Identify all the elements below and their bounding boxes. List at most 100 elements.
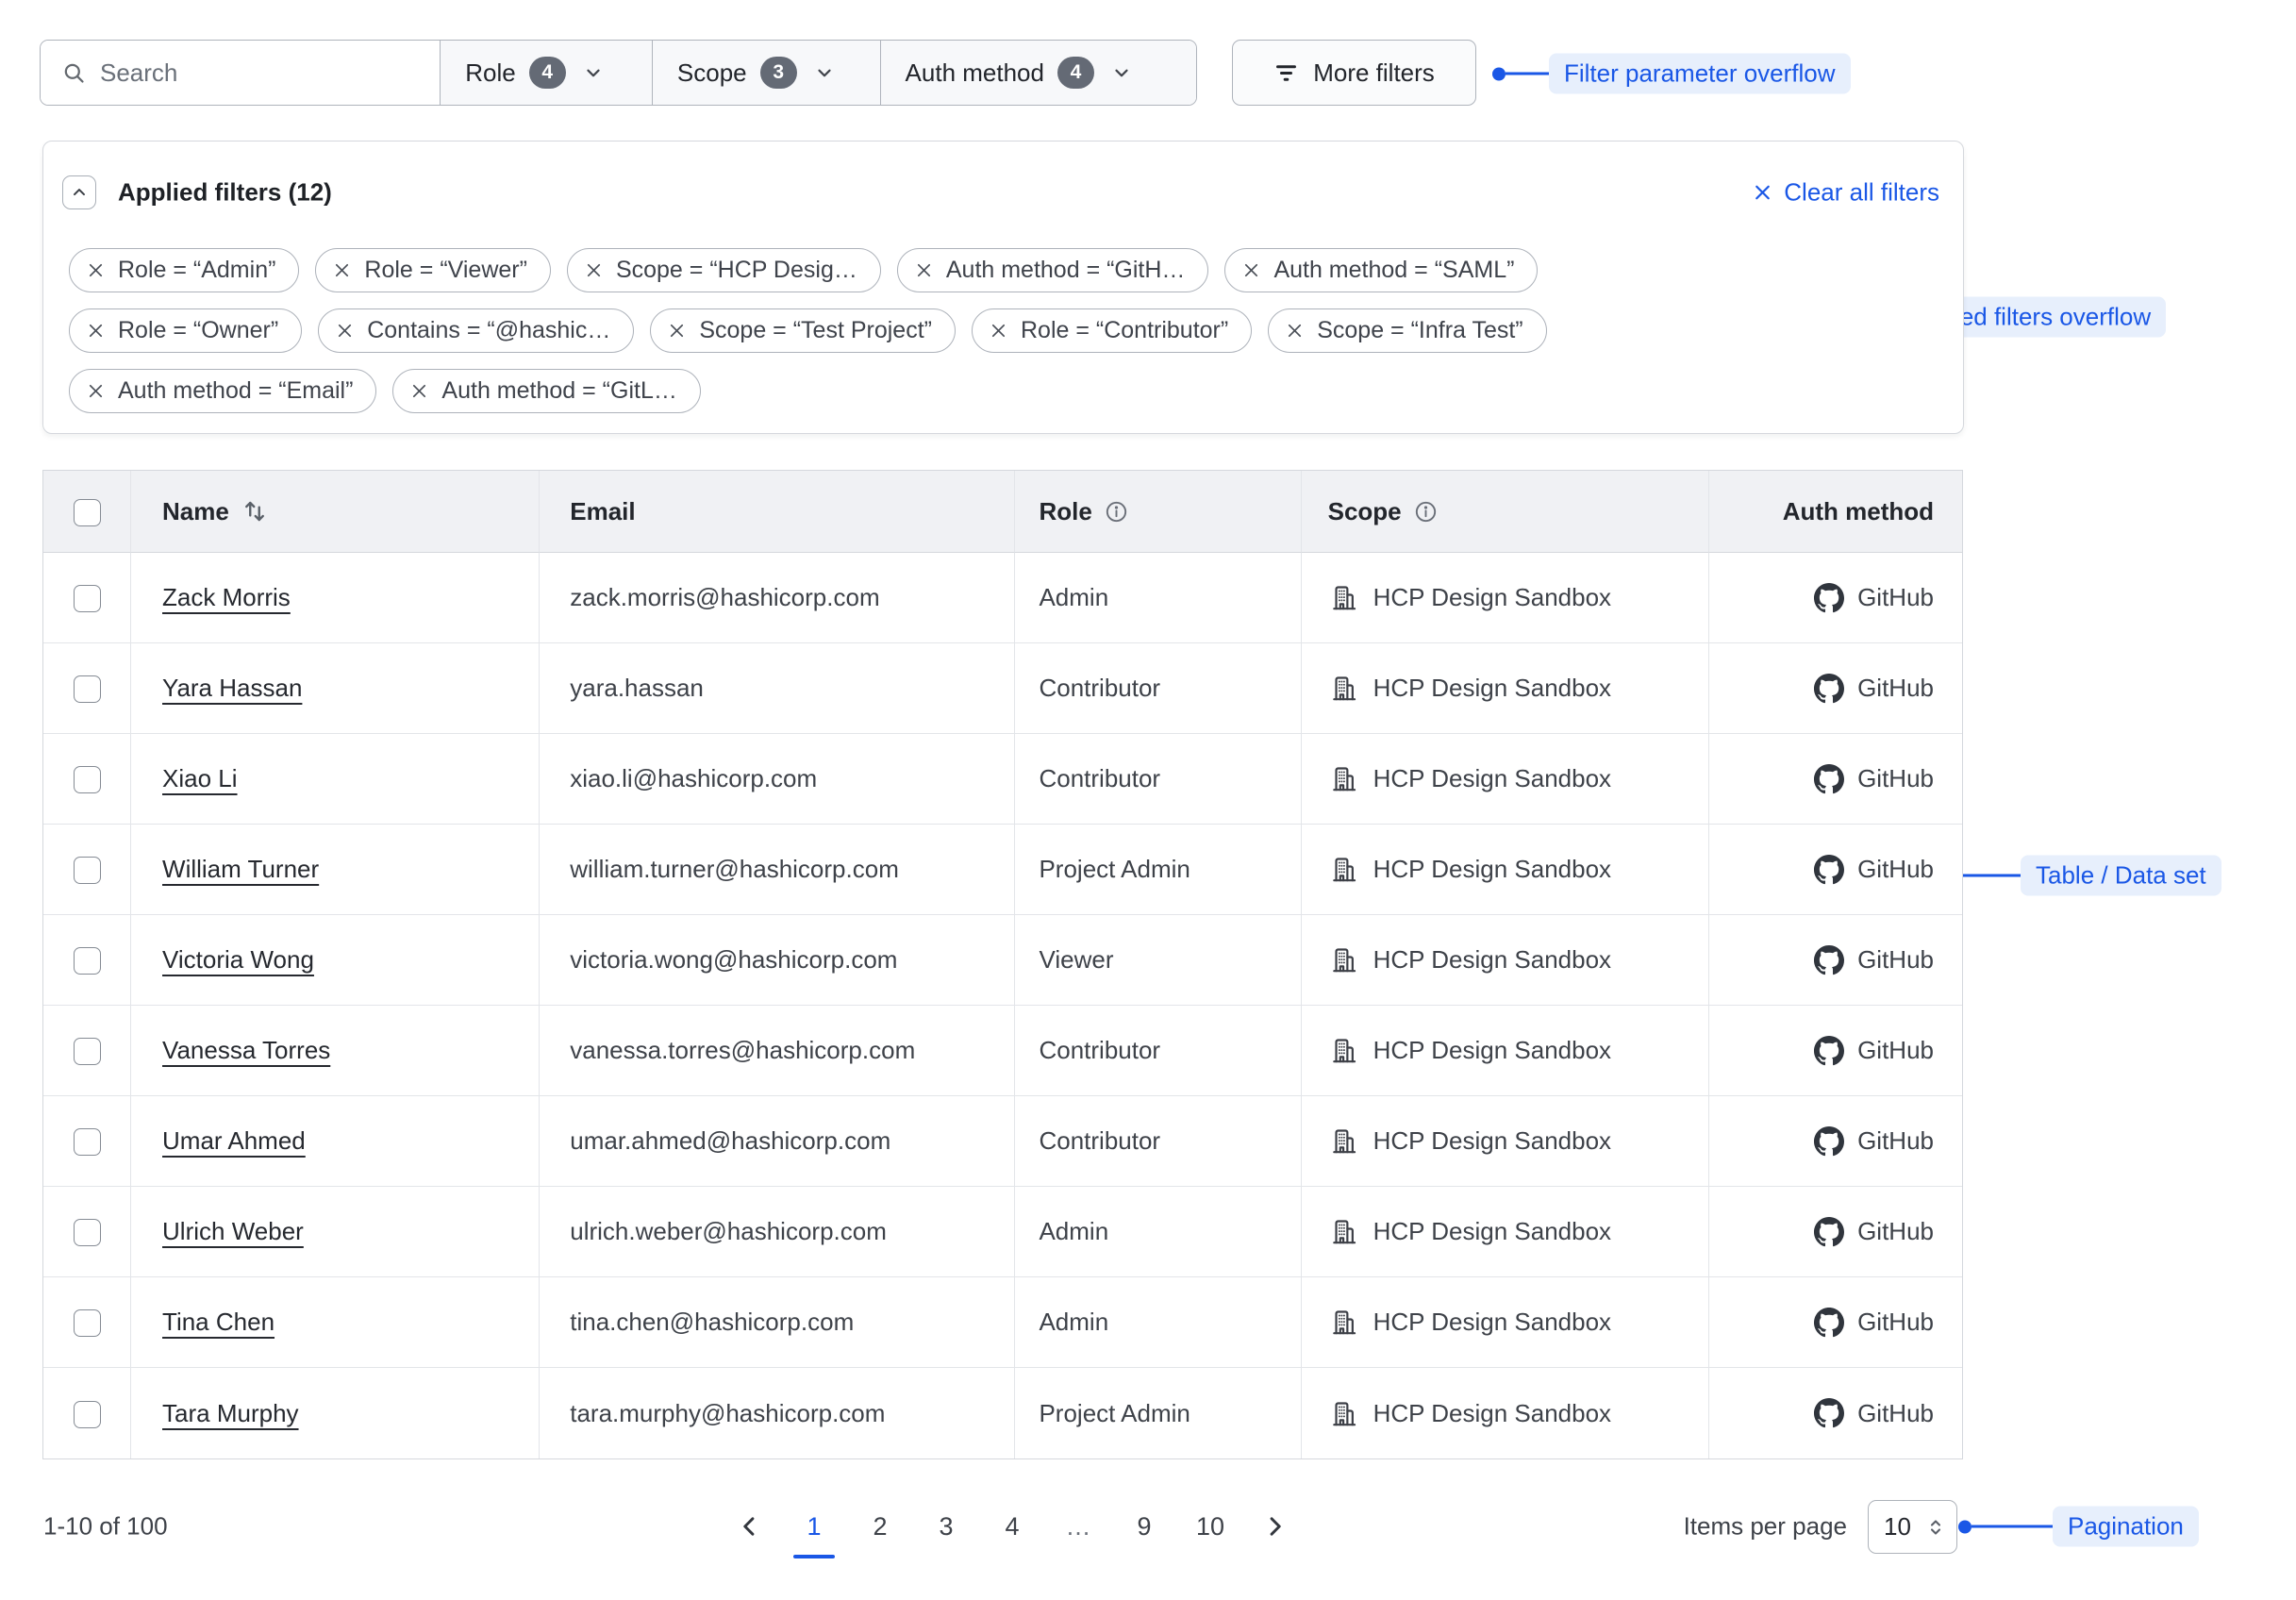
user-auth-method: GitHub [1857,1399,1934,1428]
row-checkbox[interactable] [74,947,101,975]
page-number-list: 1234…910 [793,1510,1231,1542]
row-checkbox[interactable] [74,1128,101,1156]
sort-icon[interactable] [241,497,269,525]
row-checkbox[interactable] [74,766,101,793]
close-icon[interactable] [86,260,106,280]
applied-filter-chip[interactable]: Scope = “Test Project” [650,308,956,353]
scope-filter-dropdown[interactable]: Scope 3 [652,41,880,105]
page-number[interactable]: 1 [793,1510,835,1542]
table-row: Victoria Wong victoria.wong@hashicorp.co… [43,915,1962,1006]
applied-filters-panel: Applied filters (12) Clear all filters R… [42,141,1964,434]
page-number[interactable]: 4 [991,1510,1033,1542]
page-number[interactable]: 2 [859,1510,901,1542]
applied-filter-chip[interactable]: Contains = “@hashic… [318,308,634,353]
chevron-up-icon [70,183,89,202]
applied-filter-chip[interactable]: Auth method = “Email” [69,369,376,413]
select-caret-icon [1924,1516,1947,1539]
close-icon[interactable] [914,260,934,280]
user-name-link[interactable]: Ulrich Weber [162,1217,304,1245]
previous-page-button[interactable] [731,1513,769,1540]
close-icon[interactable] [584,260,604,280]
info-icon[interactable] [1104,499,1129,525]
user-name-link[interactable]: Umar Ahmed [162,1126,306,1155]
user-email: victoria.wong@hashicorp.com [570,945,897,974]
user-role: Project Admin [1039,1399,1190,1427]
user-name-link[interactable]: Vanessa Torres [162,1036,330,1064]
applied-filter-chip[interactable]: Scope = “HCP Desig… [567,248,881,292]
annotation-line [1506,73,1549,75]
close-icon[interactable] [1285,321,1305,341]
select-all-checkbox[interactable] [74,499,101,526]
user-name-link[interactable]: William Turner [162,855,319,883]
close-icon[interactable] [335,321,355,341]
next-page-button[interactable] [1256,1513,1293,1540]
applied-filter-chip[interactable]: Role = “Viewer” [315,248,551,292]
org-building-icon [1328,582,1359,613]
user-name-link[interactable]: Yara Hassan [162,674,302,702]
applied-filter-chip[interactable]: Auth method = “SAML” [1224,248,1538,292]
row-checkbox[interactable] [74,585,101,612]
close-icon[interactable] [332,260,352,280]
column-header-name[interactable]: Name [162,497,229,526]
close-icon[interactable] [1241,260,1261,280]
row-checkbox[interactable] [74,675,101,703]
applied-filter-chip-label: Contains = “@hashic… [367,317,610,344]
applied-filter-chip-label: Role = “Admin” [118,257,275,284]
applied-filter-chip[interactable]: Auth method = “GitH… [897,248,1209,292]
user-email: ulrich.weber@hashicorp.com [570,1217,887,1245]
close-icon [1752,182,1773,204]
clear-all-filters-button[interactable]: Clear all filters [1752,178,1939,208]
auth-method-filter-dropdown[interactable]: Auth method 4 [880,41,1196,105]
collapse-applied-filters-button[interactable] [62,175,96,209]
page-number[interactable]: 3 [925,1510,967,1542]
row-checkbox[interactable] [74,1401,101,1428]
close-icon[interactable] [989,321,1008,341]
items-per-page-select[interactable]: 10 [1868,1500,1957,1554]
user-scope: HCP Design Sandbox [1373,1308,1611,1337]
annotation-label: Table / Data set [2021,856,2221,896]
scope-filter-label: Scope [677,58,747,88]
user-name-link[interactable]: Tina Chen [162,1308,275,1336]
user-name-link[interactable]: Xiao Li [162,764,238,792]
user-role: Viewer [1039,945,1113,974]
close-icon[interactable] [409,381,429,401]
row-checkbox[interactable] [74,1219,101,1246]
search-field[interactable] [41,41,440,105]
user-email: yara.hassan [570,674,704,702]
more-filters-button[interactable]: More filters [1232,40,1476,106]
applied-filter-chip[interactable]: Scope = “Infra Test” [1268,308,1546,353]
row-checkbox[interactable] [74,857,101,884]
table-row: Yara Hassan yara.hassan Contributor [43,643,1962,734]
page-number[interactable]: 10 [1190,1510,1231,1542]
github-icon [1814,1217,1844,1247]
row-checkbox[interactable] [74,1038,101,1065]
user-name-link[interactable]: Victoria Wong [162,945,314,974]
user-role: Admin [1039,1308,1108,1336]
role-filter-dropdown[interactable]: Role 4 [440,41,652,105]
user-name-link[interactable]: Zack Morris [162,583,291,611]
applied-filter-chip[interactable]: Role = “Admin” [69,248,299,292]
table-row: Vanessa Torres vanessa.torres@hashicorp.… [43,1006,1962,1096]
org-building-icon [1328,763,1359,794]
user-name-link[interactable]: Tara Murphy [162,1399,299,1427]
info-icon[interactable] [1413,499,1439,525]
org-building-icon [1328,944,1359,975]
close-icon[interactable] [667,321,687,341]
github-icon [1814,1308,1844,1338]
annotation-pagination: Pagination [1958,1507,2199,1547]
org-building-icon [1328,1035,1359,1066]
applied-filter-chip[interactable]: Role = “Owner” [69,308,302,353]
org-building-icon [1328,1307,1359,1338]
scope-filter-count-badge: 3 [760,57,797,89]
org-building-icon [1328,673,1359,704]
org-building-icon [1328,1125,1359,1157]
annotation-dot [1492,67,1506,80]
search-input[interactable] [100,58,421,88]
close-icon[interactable] [86,381,106,401]
applied-filter-chip[interactable]: Auth method = “GitL… [392,369,700,413]
applied-filter-chip[interactable]: Role = “Contributor” [972,308,1252,353]
row-checkbox[interactable] [74,1309,101,1337]
user-auth-method: GitHub [1857,764,1934,793]
page-number[interactable]: 9 [1123,1510,1165,1542]
close-icon[interactable] [86,321,106,341]
